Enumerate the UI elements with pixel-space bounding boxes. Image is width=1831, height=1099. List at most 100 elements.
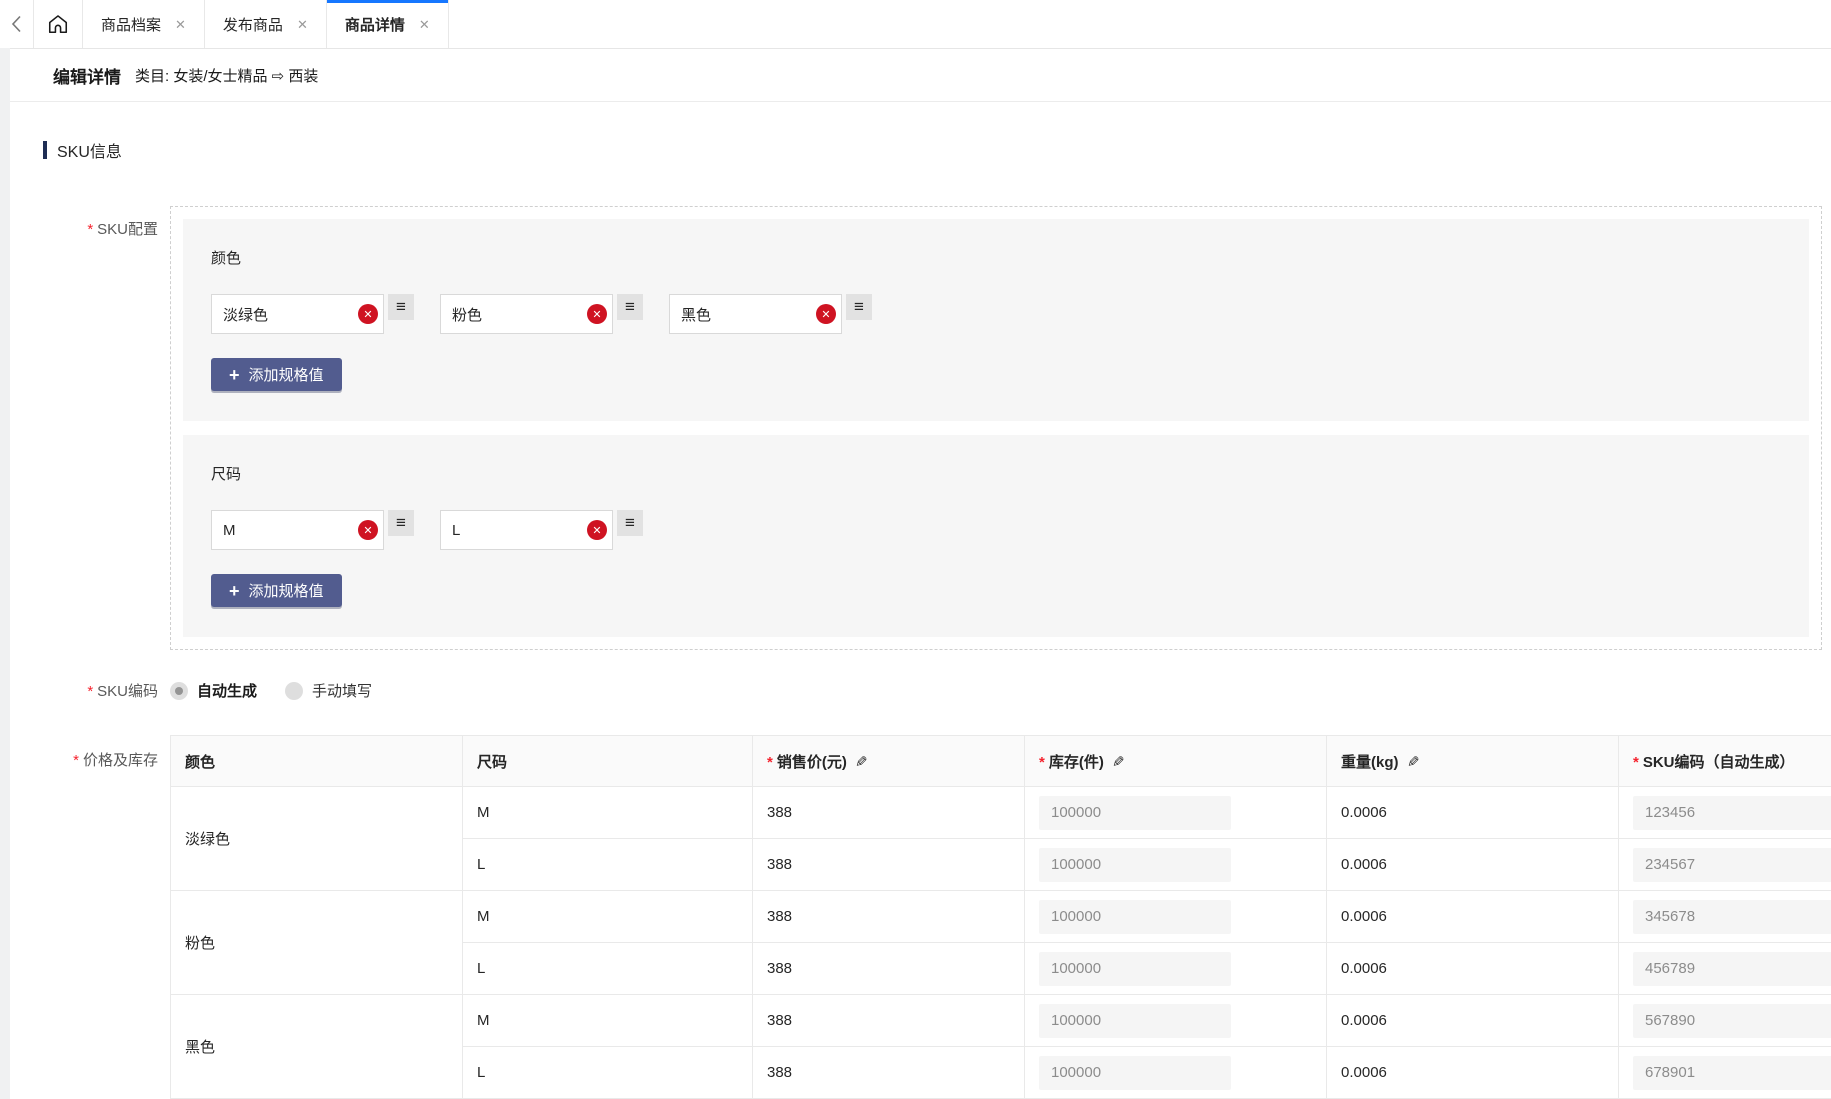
col-header-stock: *库存(件)✎ [1025,736,1327,787]
spec-value-chip: ✕ ≡ [440,510,643,550]
required-asterisk: * [1039,754,1045,771]
col-header-weight: 重量(kg)✎ [1327,736,1619,787]
weight-cell: 0.0006 [1327,943,1619,995]
tab-product-archive[interactable]: 商品档案 ✕ [83,0,205,48]
section-title-sku-info: SKU信息 [43,138,1831,162]
col-header-color: 颜色 [171,736,463,787]
tab-product-detail[interactable]: 商品详情 ✕ [327,0,449,48]
section-title-text: SKU信息 [57,138,122,162]
radio-circle-icon [170,682,188,700]
tab-bar: 商品档案 ✕ 发布商品 ✕ 商品详情 ✕ [0,0,1831,49]
price-cell: 388 [753,839,1025,891]
add-spec-value-button[interactable]: + 添加规格值 [211,358,342,391]
required-asterisk: * [87,683,93,700]
weight-cell: 0.0006 [1327,891,1619,943]
price-cell: 388 [753,787,1025,839]
delete-value-icon[interactable]: ✕ [358,520,378,540]
sku-code-input [1633,848,1831,882]
spec-value-chip: ✕ ≡ [669,294,872,334]
delete-value-icon[interactable]: ✕ [358,304,378,324]
plus-icon: + [229,366,240,384]
back-chevron-icon [11,15,22,33]
close-icon[interactable]: ✕ [297,18,308,31]
edit-pencil-icon[interactable]: ✎ [1407,753,1420,771]
radio-label: 手动填写 [312,680,372,701]
close-icon[interactable]: ✕ [419,18,430,31]
color-cell: 粉色 [171,891,463,995]
radio-circle-icon [285,682,303,700]
close-icon[interactable]: ✕ [175,18,186,31]
spec-group-name: 颜色 [211,247,1809,268]
stock-input [1039,1056,1231,1090]
price-cell: 388 [753,943,1025,995]
col-header-sku: *SKU编码（自动生成） [1619,736,1831,787]
spec-value-chip: ✕ ≡ [211,510,414,550]
sku-code-input [1633,796,1831,830]
radio-auto-generate[interactable]: 自动生成 [170,680,257,701]
drag-handle-icon[interactable]: ≡ [846,294,872,320]
sku-code-input [1633,900,1831,934]
stock-input [1039,952,1231,986]
spec-group-size: 尺码 ✕ ≡ ✕ ≡ + 添加规格值 [183,435,1809,637]
color-cell: 黑色 [171,995,463,1099]
home-tab[interactable] [33,0,83,48]
size-cell: L [463,839,753,891]
back-button[interactable] [0,0,33,48]
weight-cell: 0.0006 [1327,839,1619,891]
sku-config-label: *SKU配置 [0,206,158,239]
spec-value-chip: ✕ ≡ [211,294,414,334]
drag-handle-icon[interactable]: ≡ [388,294,414,320]
price-stock-label: *价格及库存 [0,735,158,770]
drag-handle-icon[interactable]: ≡ [388,510,414,536]
delete-value-icon[interactable]: ✕ [816,304,836,324]
category-breadcrumb: 类目: 女装/女士精品 ⇨ 西装 [135,65,318,86]
table-row: 黑色 M 388 0.0006 [171,995,1831,1047]
edit-pencil-icon[interactable]: ✎ [855,753,868,771]
sku-code-input [1633,1056,1831,1090]
col-header-price: *销售价(元)✎ [753,736,1025,787]
sku-code-input [1633,952,1831,986]
radio-manual-fill[interactable]: 手动填写 [285,680,372,701]
section-title-bar [43,141,47,159]
required-asterisk: * [87,221,93,238]
size-cell: L [463,1047,753,1099]
required-asterisk: * [1633,754,1639,771]
edit-pencil-icon[interactable]: ✎ [1112,753,1125,771]
sku-code-label: *SKU编码 [0,680,158,701]
required-asterisk: * [767,754,773,771]
weight-cell: 0.0006 [1327,1047,1619,1099]
table-header-row: 颜色 尺码 *销售价(元)✎ *库存(件)✎ 重量(kg)✎ *SKU编码（自动… [171,736,1831,787]
size-cell: L [463,943,753,995]
spec-group-color: 颜色 ✕ ≡ ✕ ≡ ✕ ≡ + [183,219,1809,421]
price-stock-row: *价格及库存 颜色 尺码 *销售价(元)✎ *库存(件)✎ 重量(kg)✎ *S… [0,735,1831,1099]
size-cell: M [463,787,753,839]
sku-config-row: *SKU配置 颜色 ✕ ≡ ✕ ≡ ✕ ≡ [0,206,1831,650]
price-cell: 388 [753,1047,1025,1099]
drag-handle-icon[interactable]: ≡ [617,510,643,536]
stock-input [1039,900,1231,934]
page-left-gutter [0,48,10,1099]
delete-value-icon[interactable]: ✕ [587,520,607,540]
drag-handle-icon[interactable]: ≡ [617,294,643,320]
plus-icon: + [229,582,240,600]
page-header: 编辑详情 类目: 女装/女士精品 ⇨ 西装 [10,49,1831,102]
add-spec-value-button[interactable]: + 添加规格值 [211,574,342,607]
color-cell: 淡绿色 [171,787,463,891]
stock-input [1039,796,1231,830]
tab-publish-product[interactable]: 发布商品 ✕ [205,0,327,48]
size-cell: M [463,891,753,943]
sku-code-input [1633,1004,1831,1038]
table-row: 淡绿色 M 388 0.0006 [171,787,1831,839]
price-cell: 388 [753,995,1025,1047]
tab-label: 发布商品 [223,14,283,35]
home-icon [47,13,69,35]
spec-group-name: 尺码 [211,463,1809,484]
delete-value-icon[interactable]: ✕ [587,304,607,324]
weight-cell: 0.0006 [1327,787,1619,839]
size-cell: M [463,995,753,1047]
col-header-size: 尺码 [463,736,753,787]
stock-input [1039,848,1231,882]
radio-label: 自动生成 [197,680,257,701]
sku-config-panel: 颜色 ✕ ≡ ✕ ≡ ✕ ≡ + [170,206,1822,650]
table-row: 粉色 M 388 0.0006 [171,891,1831,943]
